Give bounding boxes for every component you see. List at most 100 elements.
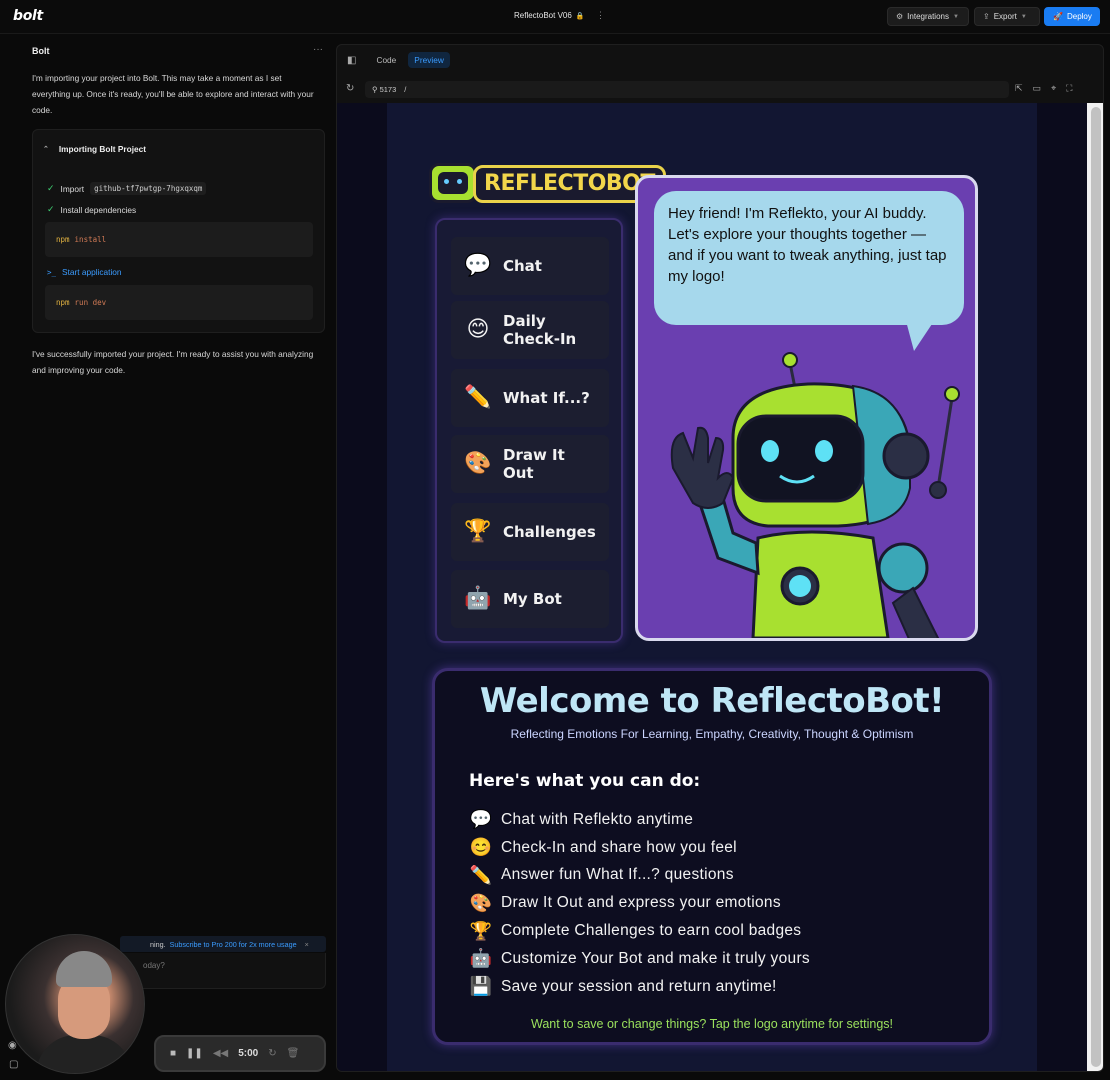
feature-text: Save your session and return anytime! <box>501 977 777 995</box>
menu-item-chat[interactable]: 💬 Chat <box>451 237 609 295</box>
robot-illustration <box>670 352 960 638</box>
menu-label: My Bot <box>503 590 562 608</box>
integrations-button[interactable]: ⚙ Integrations ▼ <box>887 7 969 26</box>
subscribe-link[interactable]: Subscribe to Pro 200 for 2x more usage <box>170 940 297 949</box>
repo-code: github-tf7pwtgp-7hgxqxqm <box>90 182 207 195</box>
menu-item-draw-it-out[interactable]: 🎨 Draw It Out <box>451 435 609 493</box>
palette-icon: 🎨 <box>469 892 493 913</box>
logo-screen <box>438 172 468 194</box>
welcome-title: Welcome to ReflectoBot! <box>479 681 945 721</box>
url-field[interactable]: ⚲ 5173 / <box>365 81 1009 98</box>
device-icon[interactable]: ▭ <box>1033 83 1042 94</box>
step-start: >_ Start application <box>47 267 122 277</box>
chat-title: Bolt <box>32 46 50 56</box>
port-label: ⚲ 5173 <box>372 85 397 94</box>
workbench-tabs: ◧ Code Preview <box>337 45 1103 75</box>
chat-menu-icon[interactable]: ··· <box>313 44 323 55</box>
fullscreen-icon[interactable]: ⛶ <box>1066 83 1072 94</box>
chat-bubble-icon: 💬 <box>469 809 493 830</box>
preview-frame: REFLECTOBOT 💬 Chat 😊 Daily Check-In ✏️ W… <box>337 103 1087 1071</box>
robot-icon: 🤖 <box>464 586 492 611</box>
smiley-icon: 😊 <box>469 837 493 858</box>
check-icon: ✓ <box>47 204 55 214</box>
step-label: Install dependencies <box>60 204 137 215</box>
features-list: 💬 Chat with Reflekto anytime 😊 Check-In an… <box>469 806 810 1001</box>
import-progress-card: ⌃ Importing Bolt Project ✓ Import github… <box>32 129 325 333</box>
integrations-label: Integrations <box>907 12 949 21</box>
panel-toggle-icon[interactable]: ◧ <box>347 55 356 66</box>
project-menu-icon[interactable]: ⋮ <box>596 10 605 21</box>
chevron-up-icon: ⌃ <box>43 146 49 153</box>
menu-label: Draw It Out <box>503 446 565 482</box>
command-arg: install <box>74 235 107 244</box>
terminal-icon: >_ <box>47 267 57 277</box>
pencil-icon: ✏️ <box>464 385 492 410</box>
chevron-down-icon: ▼ <box>952 13 959 20</box>
menu-item-what-if[interactable]: ✏️ What If...? <box>451 369 609 427</box>
menu-item-daily-check-in[interactable]: 😊 Daily Check-In <box>451 301 609 359</box>
step-label: Start application <box>62 267 122 277</box>
assistant-message: I've successfully imported your project.… <box>32 349 314 375</box>
reflectobot-logo[interactable]: REFLECTOBOT <box>427 153 666 207</box>
sidebar-toggle-icon[interactable]: ▢ <box>9 1059 18 1070</box>
globe-icon[interactable]: ◉ <box>8 1040 17 1051</box>
chevron-down-icon: ▼ <box>1020 13 1027 20</box>
trophy-icon: 🏆 <box>464 519 492 544</box>
tab-code[interactable]: Code <box>370 52 402 68</box>
welcome-subtitle: Reflecting Emotions For Learning, Empath… <box>510 727 914 741</box>
chat-panel: Bolt ··· I'm importing your project into… <box>0 34 336 1080</box>
export-icon: ⇪ <box>983 12 990 21</box>
scrollbar-thumb[interactable] <box>1091 107 1101 1067</box>
logo-eye <box>444 179 449 184</box>
usage-notice: ning. Subscribe to Pro 200 for 2x more u… <box>120 936 326 952</box>
list-item: ✏️ Answer fun What If...? questions <box>469 862 810 890</box>
project-name: ReflectoBot V06 <box>514 11 572 20</box>
list-item: 💬 Chat with Reflekto anytime <box>469 806 810 834</box>
feature-text: Check-In and share how you feel <box>501 838 737 856</box>
command-block: npm run dev <box>45 285 313 320</box>
card-header[interactable]: ⌃ Importing Bolt Project <box>43 144 146 154</box>
url-path: / <box>404 85 407 94</box>
pause-icon[interactable]: ❚❚ <box>186 1048 203 1059</box>
feature-text: Complete Challenges to earn cool badges <box>501 922 802 940</box>
stop-icon[interactable]: ■ <box>170 1048 176 1059</box>
menu-label: Daily Check-In <box>503 312 577 348</box>
prompt-placeholder: oday? <box>143 961 165 970</box>
deploy-button[interactable]: 🚀 Deploy <box>1044 7 1100 26</box>
trash-icon[interactable]: 🗑 <box>287 1048 300 1059</box>
reload-icon[interactable]: ↻ <box>346 83 354 94</box>
rewind-icon[interactable]: ◀◀ <box>213 1048 228 1059</box>
list-item: 😊 Check-In and share how you feel <box>469 834 810 862</box>
restart-icon[interactable]: ↻ <box>268 1048 276 1059</box>
list-item: 🏆 Complete Challenges to earn cool badges <box>469 917 810 945</box>
menu-label: What If...? <box>503 389 590 407</box>
card-title: Importing Bolt Project <box>58 144 146 154</box>
check-icon: ✓ <box>47 183 55 193</box>
menu-item-my-bot[interactable]: 🤖 My Bot <box>451 570 609 628</box>
trophy-icon: 🏆 <box>469 920 493 941</box>
export-label: Export <box>993 12 1017 21</box>
list-item: 🤖 Customize Your Bot and make it truly yo… <box>469 945 810 973</box>
robot-icon: 🤖 <box>469 948 493 969</box>
recording-timer: 5:00 <box>238 1048 259 1059</box>
menu-item-challenges[interactable]: 🏆 Challenges <box>451 503 609 561</box>
welcome-card: Welcome to ReflectoBot! Reflecting Emoti… <box>432 668 992 1045</box>
logo-eye <box>457 179 462 184</box>
bolt-logo[interactable]: bolt <box>13 8 43 24</box>
main-menu: 💬 Chat 😊 Daily Check-In ✏️ What If...? 🎨… <box>435 218 623 643</box>
inspect-icon[interactable]: ⌖ <box>1051 83 1056 94</box>
export-button[interactable]: ⇪ Export ▼ <box>974 7 1040 26</box>
floppy-disk-icon: 💾 <box>469 976 493 997</box>
tab-preview[interactable]: Preview <box>408 52 450 68</box>
close-icon[interactable]: × <box>305 940 309 949</box>
feature-text: Customize Your Bot and make it truly you… <box>501 949 810 967</box>
prompt-input[interactable]: oday? <box>120 953 326 989</box>
preview-scrollbar[interactable] <box>1087 103 1103 1071</box>
feature-text: Answer fun What If...? questions <box>501 866 734 884</box>
robot-panel: Hey friend! I'm Reflekto, your AI buddy.… <box>635 175 978 641</box>
feature-text: Chat with Reflekto anytime <box>501 810 694 828</box>
port-number: 5173 <box>379 85 397 94</box>
project-title[interactable]: ReflectoBot V06 🔒 ⋮ <box>514 10 605 20</box>
open-external-icon[interactable]: ⇱ <box>1015 83 1023 94</box>
speech-bubble: Hey friend! I'm Reflekto, your AI buddy.… <box>654 191 964 325</box>
